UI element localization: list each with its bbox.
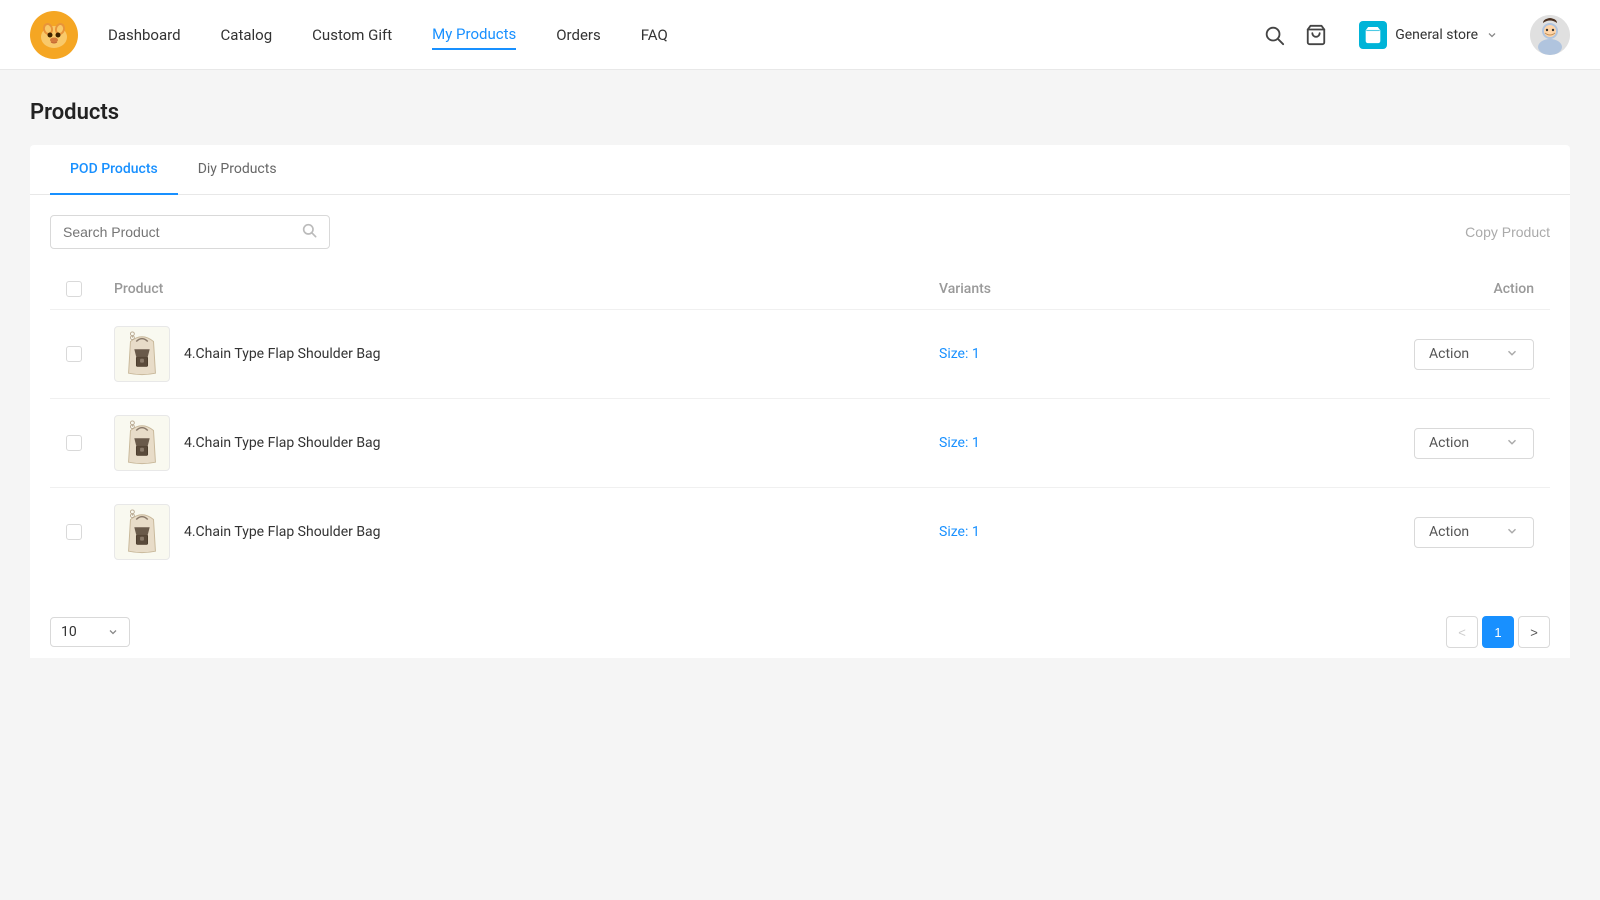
tabs-container: POD Products Diy Products Copy Product: [30, 145, 1570, 596]
nav-dashboard[interactable]: Dashboard: [108, 21, 181, 49]
row-product-cell: 4.Chain Type Flap Shoulder Bag: [98, 488, 923, 577]
nav-faq[interactable]: FAQ: [641, 21, 668, 49]
header-action-col: Action: [1298, 269, 1550, 310]
product-name-1: 4.Chain Type Flap Shoulder Bag: [184, 346, 381, 362]
table-row: 4.Chain Type Flap Shoulder Bag Size: 1 A…: [50, 310, 1550, 399]
main-nav: Dashboard Catalog Custom Gift My Product…: [108, 20, 1263, 50]
tab-diy-products[interactable]: Diy Products: [178, 145, 297, 195]
page-size-selector[interactable]: 10: [50, 617, 130, 647]
store-selector[interactable]: General store: [1347, 15, 1510, 55]
row-variants-cell-3: Size: 1: [923, 488, 1298, 577]
copy-product-button[interactable]: Copy Product: [1465, 218, 1550, 246]
cart-icon[interactable]: [1305, 24, 1327, 46]
header-checkbox-col: [50, 269, 98, 310]
action-chevron-1: [1505, 346, 1519, 363]
row-variants-cell-2: Size: 1: [923, 399, 1298, 488]
pagination-bar: 10 < 1 >: [30, 596, 1570, 658]
table-header-row: Product Variants Action: [50, 269, 1550, 310]
logo[interactable]: [30, 11, 78, 59]
row-action-cell-2: Action: [1298, 399, 1550, 488]
nav-catalog[interactable]: Catalog: [221, 21, 273, 49]
row-checkbox-2[interactable]: [66, 435, 82, 451]
header-product-col: Product: [98, 269, 923, 310]
pagination-prev-button[interactable]: <: [1446, 616, 1478, 648]
products-table: Product Variants Action: [50, 269, 1550, 576]
store-bag-icon: [1359, 21, 1387, 49]
row-checkbox-3[interactable]: [66, 524, 82, 540]
search-input-icon: [301, 222, 317, 242]
action-chevron-3: [1505, 524, 1519, 541]
page-size-value: 10: [61, 624, 77, 640]
row-action-cell-3: Action: [1298, 488, 1550, 577]
action-dropdown-2[interactable]: Action: [1414, 428, 1534, 459]
row-product-cell: 4.Chain Type Flap Shoulder Bag: [98, 310, 923, 399]
table-toolbar: Copy Product: [50, 215, 1550, 249]
product-name-2: 4.Chain Type Flap Shoulder Bag: [184, 435, 381, 451]
row-action-cell-1: Action: [1298, 310, 1550, 399]
row-checkbox-cell: [50, 310, 98, 399]
main-content: Products POD Products Diy Products: [0, 70, 1600, 900]
variant-info-3: Size: 1: [939, 524, 980, 540]
nav-custom-gift[interactable]: Custom Gift: [312, 21, 392, 49]
pagination-controls: < 1 >: [1446, 616, 1550, 648]
store-dropdown-icon: [1486, 29, 1498, 41]
page-size-chevron-icon: [107, 626, 119, 638]
pagination-page-1-button[interactable]: 1: [1482, 616, 1514, 648]
search-icon[interactable]: [1263, 24, 1285, 46]
product-thumbnail-2: [114, 415, 170, 471]
pagination-next-button[interactable]: >: [1518, 616, 1550, 648]
select-all-checkbox[interactable]: [66, 281, 82, 297]
row-checkbox-cell: [50, 399, 98, 488]
row-checkbox-cell: [50, 488, 98, 577]
tab-pod-products[interactable]: POD Products: [50, 145, 178, 195]
search-input[interactable]: [63, 224, 295, 240]
tabs: POD Products Diy Products: [30, 145, 1570, 195]
header: Dashboard Catalog Custom Gift My Product…: [0, 0, 1600, 70]
header-right: General store: [1263, 15, 1570, 55]
page-title: Products: [30, 100, 1570, 125]
table-container: Copy Product Product Variants Action: [30, 195, 1570, 596]
action-dropdown-1[interactable]: Action: [1414, 339, 1534, 370]
header-variants-col: Variants: [923, 269, 1298, 310]
row-checkbox-1[interactable]: [66, 346, 82, 362]
product-thumbnail-3: [114, 504, 170, 560]
user-avatar[interactable]: [1530, 15, 1570, 55]
nav-orders[interactable]: Orders: [556, 21, 601, 49]
search-box[interactable]: [50, 215, 330, 249]
store-name-label: General store: [1395, 27, 1478, 43]
table-row: 4.Chain Type Flap Shoulder Bag Size: 1 A…: [50, 488, 1550, 577]
row-product-cell: 4.Chain Type Flap Shoulder Bag: [98, 399, 923, 488]
nav-my-products[interactable]: My Products: [432, 20, 516, 50]
table-row: 4.Chain Type Flap Shoulder Bag Size: 1 A…: [50, 399, 1550, 488]
product-thumbnail-1: [114, 326, 170, 382]
action-chevron-2: [1505, 435, 1519, 452]
variant-info-1: Size: 1: [939, 346, 980, 362]
action-dropdown-3[interactable]: Action: [1414, 517, 1534, 548]
row-variants-cell-1: Size: 1: [923, 310, 1298, 399]
product-name-3: 4.Chain Type Flap Shoulder Bag: [184, 524, 381, 540]
variant-info-2: Size: 1: [939, 435, 980, 451]
